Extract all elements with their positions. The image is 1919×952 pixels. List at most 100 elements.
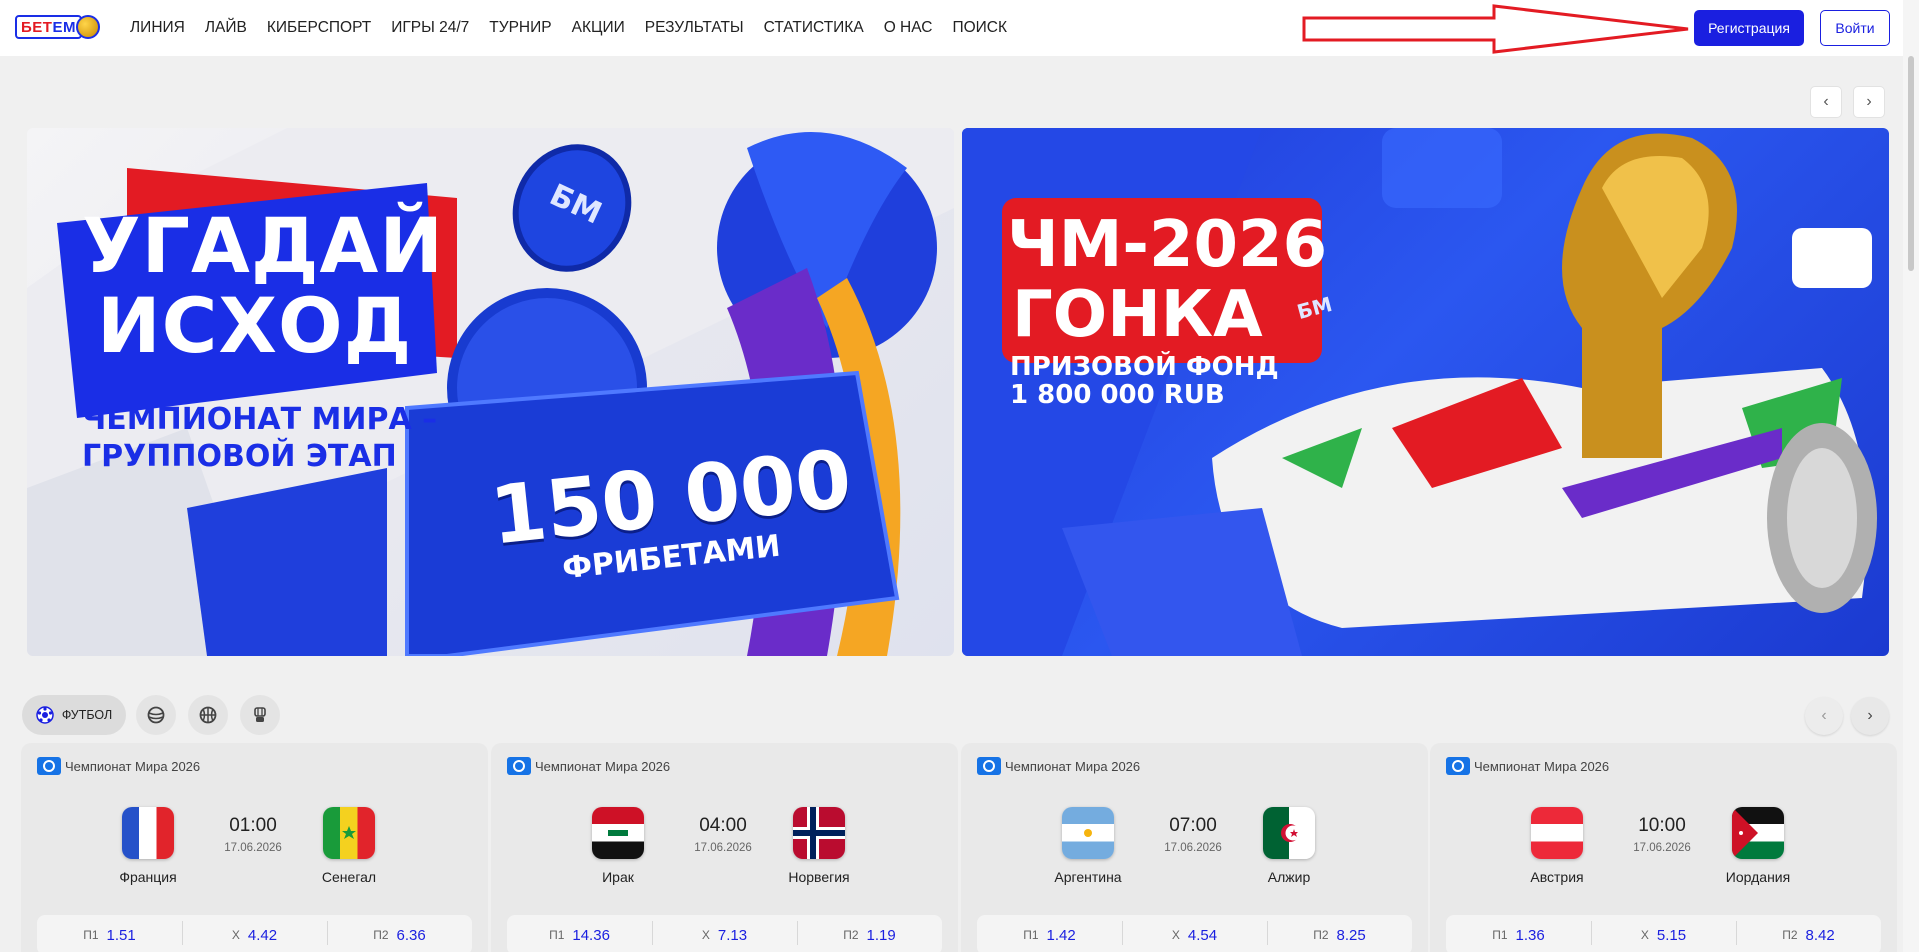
league-name: Чемпионат Мира 2026	[1005, 758, 1141, 774]
league-title: Чемпионат Мира 2026	[507, 757, 670, 775]
odd-label: П1	[1023, 928, 1039, 942]
logo-wordmark: БЕТ ЕМ	[15, 15, 82, 39]
match-card[interactable]: Чемпионат Мира 2026 Аргентина 07:00 17.0…	[961, 743, 1428, 952]
odd-label: П2	[373, 928, 389, 942]
logo-part-2: ЕМ	[52, 18, 76, 36]
flag-jordan-icon	[1732, 807, 1784, 859]
match-date: 17.06.2026	[1164, 842, 1222, 854]
sport-tab-basketball[interactable]	[188, 695, 228, 735]
away-team: Иордания	[1708, 807, 1808, 885]
sport-tab-hockey[interactable]	[240, 695, 280, 735]
nav-item-results[interactable]: Результаты	[645, 19, 744, 37]
odds-row: П1 1.42 Х 4.54 П2 8.25	[977, 915, 1412, 952]
nav-item-games[interactable]: Игры 24/7	[391, 19, 469, 37]
league-title: Чемпионат Мира 2026	[1446, 757, 1609, 775]
sport-tab-label: Футбол	[61, 708, 113, 722]
home-team: Франция	[98, 807, 198, 885]
site-logo[interactable]: БЕТ ЕМ	[15, 13, 107, 41]
sport-tab-football[interactable]: Футбол	[22, 695, 126, 735]
promo-banner-wc-race[interactable]: ЧМ-2026 Гонка Призовой фонд 1 800 000 RU…	[962, 128, 1889, 656]
flag-france-icon	[122, 807, 174, 859]
odd-away-win[interactable]: П2 8.42	[1736, 915, 1881, 952]
away-team: Алжир	[1239, 807, 1339, 885]
login-button[interactable]: Войти	[1820, 10, 1890, 46]
odd-home-win[interactable]: П1 1.36	[1446, 915, 1591, 952]
odd-value: 5.15	[1656, 926, 1687, 944]
banner-1-title-line-1: Угадай	[82, 201, 444, 290]
odd-draw[interactable]: Х 4.42	[182, 915, 327, 952]
odds-row: П1 14.36 Х 7.13 П2 1.19	[507, 915, 942, 952]
hockey-icon	[251, 706, 269, 724]
odd-away-win[interactable]: П2 8.25	[1267, 915, 1412, 952]
match-time: 10:00 17.06.2026	[1622, 815, 1702, 854]
odd-draw[interactable]: Х 4.54	[1122, 915, 1267, 952]
odd-home-win[interactable]: П1 14.36	[507, 915, 652, 952]
nav-item-line[interactable]: Линия	[130, 19, 185, 37]
banner-next-button[interactable]: ›	[1853, 86, 1885, 118]
flag-austria-icon	[1531, 807, 1583, 859]
odd-away-win[interactable]: П2 1.19	[797, 915, 942, 952]
match-time-value: 04:00	[699, 815, 747, 836]
nav-item-about[interactable]: О нас	[884, 19, 933, 37]
odd-value: 6.36	[396, 926, 426, 944]
flag-senegal-icon	[323, 807, 375, 859]
league-name: Чемпионат Мира 2026	[1474, 758, 1610, 774]
match-card[interactable]: Чемпионат Мира 2026 Австрия 10:00 17.06.…	[1430, 743, 1897, 952]
nav-item-live[interactable]: Лайв	[205, 19, 247, 37]
league-name: Чемпионат Мира 2026	[535, 758, 671, 774]
world-cup-icon	[37, 757, 61, 775]
home-team-name: Аргентина	[1054, 869, 1122, 885]
scrollbar-thumb[interactable]	[1908, 56, 1914, 271]
world-cup-icon	[1446, 757, 1470, 775]
flag-algeria-icon	[1263, 807, 1315, 859]
match-date: 17.06.2026	[694, 842, 752, 854]
home-team: Аргентина	[1038, 807, 1138, 885]
register-button[interactable]: Регистрация	[1694, 10, 1804, 46]
odd-label: П2	[1782, 928, 1798, 942]
main-nav: Линия Лайв Киберспорт Игры 24/7 Турнир А…	[130, 0, 1027, 56]
home-team-name: Ирак	[602, 869, 634, 885]
nav-item-search[interactable]: Поиск	[952, 19, 1007, 37]
matches-prev-button[interactable]: ‹	[1805, 697, 1843, 735]
odd-away-win[interactable]: П2 6.36	[327, 915, 472, 952]
logo-ball-icon	[75, 15, 100, 39]
banner-2-title-line-2: Гонка	[1012, 278, 1263, 352]
match-time: 04:00 17.06.2026	[683, 815, 763, 854]
odd-home-win[interactable]: П1 1.42	[977, 915, 1122, 952]
odd-draw[interactable]: Х 7.13	[652, 915, 797, 952]
nav-item-promotions[interactable]: Акции	[572, 19, 625, 37]
promo-banner-guess-outcome[interactable]: Угадай исход Чемпионат мира – групповой …	[27, 128, 954, 656]
nav-item-tournament[interactable]: Турнир	[489, 19, 551, 37]
soccer-icon	[36, 706, 54, 724]
match-card[interactable]: Чемпионат Мира 2026 Франция 01:00 17.06.…	[21, 743, 488, 952]
away-team: Норвегия	[769, 807, 869, 885]
matches-next-button[interactable]: ›	[1851, 697, 1889, 735]
banner-prev-button[interactable]: ‹	[1810, 86, 1842, 118]
basketball-icon	[199, 706, 217, 724]
logo-part-1: БЕТ	[21, 18, 53, 36]
match-card[interactable]: Чемпионат Мира 2026 Ирак 04:00 17.06.202…	[491, 743, 958, 952]
sport-tab-tennis[interactable]	[136, 695, 176, 735]
top-header: БЕТ ЕМ Линия Лайв Киберспорт Игры 24/7 Ту…	[0, 0, 1903, 56]
tennis-icon	[147, 706, 165, 724]
odd-value: 1.42	[1046, 926, 1076, 944]
page-scrollbar[interactable]	[1903, 0, 1919, 952]
nav-item-statistics[interactable]: Статистика	[764, 19, 864, 37]
home-team-name: Австрия	[1530, 869, 1584, 885]
away-team-name: Иордания	[1725, 869, 1791, 885]
odd-value: 4.54	[1187, 926, 1218, 944]
banner-1-subtitle-line-2: групповой этап	[82, 439, 397, 474]
flag-argentina-icon	[1062, 807, 1114, 859]
nav-item-esports[interactable]: Киберспорт	[267, 19, 371, 37]
odd-label: П1	[83, 928, 99, 942]
odd-label: П1	[549, 928, 565, 942]
match-time-value: 07:00	[1169, 815, 1217, 836]
world-cup-icon	[977, 757, 1001, 775]
odd-draw[interactable]: Х 5.15	[1591, 915, 1736, 952]
odd-value: 8.42	[1805, 926, 1835, 944]
world-cup-icon	[507, 757, 531, 775]
match-time: 01:00 17.06.2026	[213, 815, 293, 854]
odd-value: 1.36	[1515, 926, 1545, 944]
odds-row: П1 1.51 Х 4.42 П2 6.36	[37, 915, 472, 952]
odd-home-win[interactable]: П1 1.51	[37, 915, 182, 952]
